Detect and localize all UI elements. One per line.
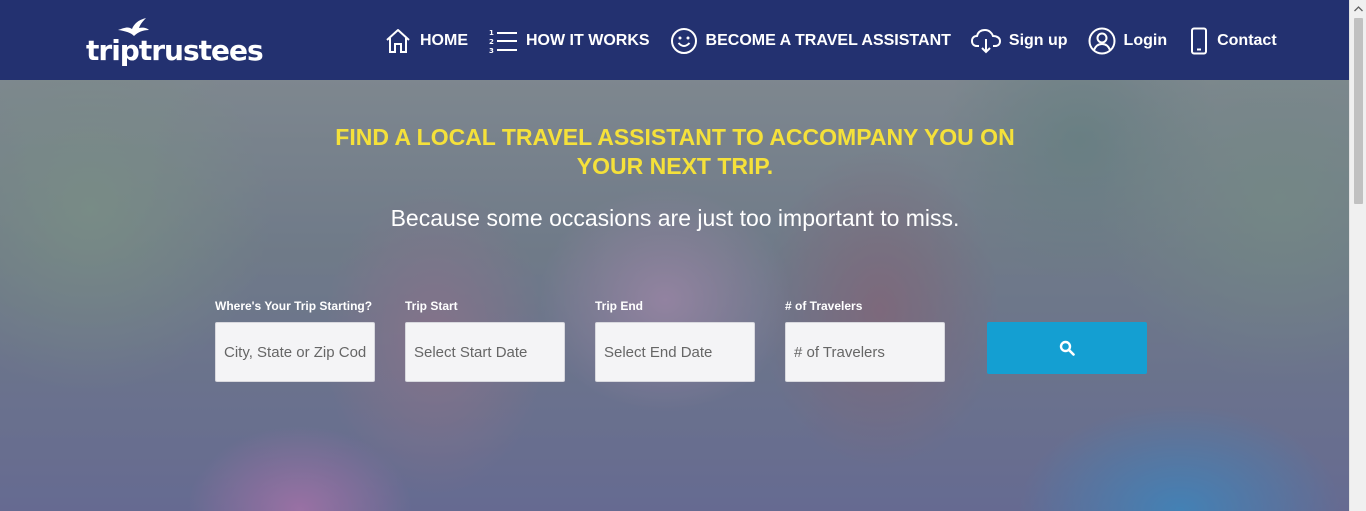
nav-signup[interactable]: Sign up (970, 27, 1068, 55)
home-icon (386, 29, 410, 53)
nav-login[interactable]: Login (1088, 27, 1168, 55)
trip-end-label: Trip End (595, 299, 643, 313)
nav-become-assistant-label: BECOME A TRAVEL ASSISTANT (705, 32, 951, 49)
nav-home[interactable]: HOME (384, 27, 468, 55)
svg-text:3: 3 (489, 47, 494, 55)
top-navbar: triptrustees HOME 1 2 3 HOW IT WORKS BEC… (0, 0, 1349, 80)
hero-section: FIND A LOCAL TRAVEL ASSISTANT TO ACCOMPA… (0, 80, 1349, 511)
start-location-input[interactable] (215, 322, 375, 382)
nav-signup-label: Sign up (1008, 32, 1068, 49)
nav-contact-label: Contact (1217, 32, 1277, 49)
hero-headline: FIND A LOCAL TRAVEL ASSISTANT TO ACCOMPA… (335, 124, 1015, 179)
cloud-download-icon (970, 28, 1001, 54)
numbered-list-icon: 1 2 3 (489, 29, 517, 55)
main-menu: HOME 1 2 3 HOW IT WORKS BECOME A TRAVEL … (384, 24, 1277, 58)
nav-how-it-works[interactable]: 1 2 3 HOW IT WORKS (488, 27, 650, 55)
nav-how-it-works-label: HOW IT WORKS (526, 32, 650, 49)
nav-login-label: Login (1123, 32, 1168, 49)
svg-text:1: 1 (489, 29, 494, 37)
search-icon (1059, 340, 1075, 356)
nav-home-label: HOME (420, 32, 468, 49)
travelers-label: # of Travelers (785, 299, 863, 313)
scroll-up-arrow-icon[interactable] (1350, 0, 1366, 17)
trip-end-input[interactable] (595, 322, 755, 382)
trip-start-input[interactable] (405, 322, 565, 382)
travelers-input[interactable] (785, 322, 945, 382)
logo-text: triptrustees (86, 34, 264, 67)
trip-start-label: Trip Start (405, 299, 458, 313)
nav-contact[interactable]: Contact (1189, 27, 1277, 55)
vertical-scrollbar[interactable] (1349, 0, 1366, 511)
search-button[interactable] (987, 322, 1147, 374)
svg-text:2: 2 (489, 38, 494, 46)
logo[interactable]: triptrustees (86, 16, 266, 68)
hero-subheadline: Because some occasions are just too impo… (390, 205, 960, 231)
nav-become-assistant[interactable]: BECOME A TRAVEL ASSISTANT (670, 27, 951, 55)
start-location-label: Where's Your Trip Starting? (215, 299, 373, 313)
scrollbar-thumb[interactable] (1354, 18, 1363, 204)
user-icon (1088, 27, 1116, 55)
smiley-icon (670, 28, 697, 54)
page: triptrustees HOME 1 2 3 HOW IT WORKS BEC… (0, 0, 1349, 511)
phone-icon (1191, 27, 1208, 55)
